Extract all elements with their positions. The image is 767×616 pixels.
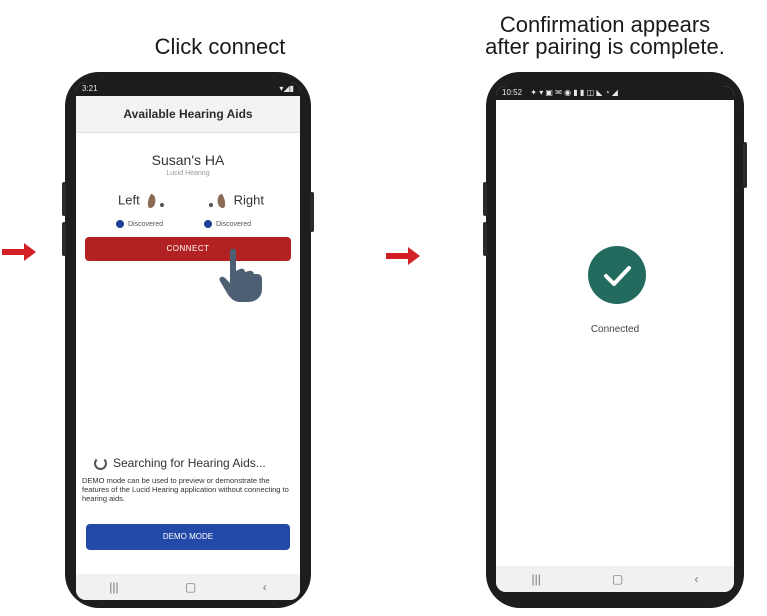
phone-volume-button bbox=[483, 222, 487, 256]
status-bar: 10:52 ✦ ▾ ▣ ✉ ◉ ▮ ▮ ◫ ◣ ◔ ◢ bbox=[496, 86, 734, 100]
phone-screen-left: 3:21 ▾◢▮ Available Hearing Aids Susan's … bbox=[76, 82, 300, 600]
caption-confirmation-line1: Confirmation appears bbox=[499, 12, 711, 37]
phone-volume-button bbox=[62, 182, 66, 216]
device-name: Susan's HA bbox=[151, 152, 225, 168]
status-icons: ▾◢▮ bbox=[279, 84, 294, 93]
spinner-icon bbox=[94, 456, 107, 470]
demo-description: DEMO mode can be used to preview or demo… bbox=[82, 476, 289, 503]
status-dot-icon bbox=[116, 220, 124, 228]
right-status-text: Discovered bbox=[216, 220, 252, 228]
caption-click-connect: Click connect bbox=[154, 34, 286, 59]
left-status: Discovered bbox=[116, 220, 163, 228]
demo-mode-button[interactable]: DEMO MODE bbox=[86, 524, 290, 550]
phone-right: 10:52 ✦ ▾ ▣ ✉ ◉ ▮ ▮ ◫ ◣ ◔ ◢ Connected ||… bbox=[483, 72, 747, 608]
phone-power-button bbox=[310, 192, 314, 232]
hearing-aid-icon bbox=[148, 194, 165, 208]
status-time: 3:21 bbox=[82, 84, 98, 93]
recent-apps-icon[interactable]: ||| bbox=[532, 572, 541, 586]
status-bar: 3:21 ▾◢▮ bbox=[76, 82, 300, 96]
home-icon[interactable]: ▢ bbox=[612, 572, 623, 586]
right-label: Right bbox=[233, 192, 264, 208]
arrow-right-icon bbox=[386, 247, 420, 265]
left-label: Left bbox=[118, 192, 140, 208]
searching-status: Searching for Hearing Aids... bbox=[94, 456, 266, 470]
right-aid: Right bbox=[206, 192, 264, 210]
status-dot-icon bbox=[204, 220, 212, 228]
home-icon[interactable]: ▢ bbox=[185, 580, 196, 594]
connected-text: Connected bbox=[590, 324, 640, 335]
arrow-right-icon bbox=[2, 243, 36, 261]
back-icon[interactable]: ‹ bbox=[694, 572, 698, 586]
phone-left: 3:21 ▾◢▮ Available Hearing Aids Susan's … bbox=[62, 72, 314, 608]
left-aid: Left bbox=[118, 192, 167, 210]
caption-confirmation-line2: after pairing is complete. bbox=[485, 34, 725, 59]
phone-screen-right: 10:52 ✦ ▾ ▣ ✉ ◉ ▮ ▮ ◫ ◣ ◔ ◢ Connected ||… bbox=[496, 86, 734, 592]
recent-apps-icon[interactable]: ||| bbox=[109, 580, 118, 594]
phone-volume-button bbox=[483, 182, 487, 216]
android-nav-bar: ||| ▢ ‹ bbox=[496, 566, 734, 592]
caption-confirmation: Confirmation appears after pairing is co… bbox=[440, 14, 767, 58]
hand-pointer-icon bbox=[219, 248, 262, 302]
phone-power-button bbox=[743, 142, 747, 188]
android-nav-bar: ||| ▢ ‹ bbox=[76, 574, 300, 600]
status-icons: ✦ ▾ ▣ ✉ ◉ ▮ ▮ ◫ ◣ ◔ ◢ bbox=[530, 88, 618, 97]
phone-volume-button bbox=[62, 222, 66, 256]
page-title: Available Hearing Aids bbox=[76, 96, 300, 133]
right-status: Discovered bbox=[204, 220, 251, 228]
searching-text: Searching for Hearing Aids... bbox=[113, 456, 266, 470]
checkmark-icon bbox=[604, 266, 631, 286]
hearing-aid-icon bbox=[209, 194, 226, 208]
back-icon[interactable]: ‹ bbox=[263, 580, 267, 594]
success-badge bbox=[588, 246, 646, 304]
status-time: 10:52 bbox=[502, 88, 523, 97]
left-status-text: Discovered bbox=[128, 220, 164, 228]
device-brand: Lucid Hearing bbox=[166, 170, 210, 177]
